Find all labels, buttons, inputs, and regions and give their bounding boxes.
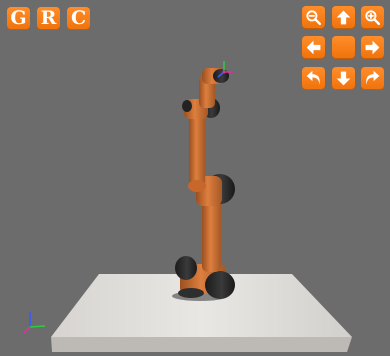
- flange: [213, 69, 229, 83]
- world-axis-x: [23, 326, 31, 334]
- pan-up-button[interactable]: [332, 6, 355, 29]
- tool-center: [222, 70, 226, 74]
- ground-plane-edge: [51, 337, 352, 352]
- g-button[interactable]: G: [7, 7, 30, 30]
- pan-right-button[interactable]: [361, 36, 384, 59]
- c-button-label: C: [70, 7, 87, 29]
- world-axis-y: [29, 325, 46, 328]
- wrist1-cap: [182, 100, 192, 112]
- g-button-label: G: [10, 7, 27, 29]
- rotate-left-icon: [306, 70, 320, 85]
- pan-left-button[interactable]: [302, 36, 325, 59]
- upper-link: [189, 113, 205, 188]
- zoom-in-button[interactable]: [302, 6, 325, 29]
- r-button-label: R: [40, 7, 57, 29]
- zoom-out-button[interactable]: [361, 6, 384, 29]
- rotate-right-icon: [366, 70, 380, 85]
- base-plate: [178, 288, 204, 298]
- zoom-out-icon: [365, 10, 381, 26]
- zoom-in-icon: [306, 10, 322, 26]
- center-view-button[interactable]: [332, 36, 355, 59]
- lower-link: [202, 200, 221, 272]
- rotate-left-button[interactable]: [302, 67, 325, 90]
- pan-down-button[interactable]: [332, 67, 355, 90]
- base-joint: [205, 271, 235, 299]
- 3d-viewport[interactable]: G R C: [0, 0, 390, 356]
- arrow-up-icon: [336, 10, 351, 25]
- center-icon: [335, 39, 352, 56]
- arrow-right-icon: [365, 40, 380, 55]
- c-button[interactable]: C: [67, 7, 90, 30]
- shoulder-joint: [175, 256, 197, 280]
- rotate-right-button[interactable]: [361, 67, 384, 90]
- upper-link-end: [188, 180, 206, 192]
- arrow-left-icon: [306, 40, 321, 55]
- arrow-down-icon: [336, 71, 351, 86]
- r-button[interactable]: R: [37, 7, 60, 30]
